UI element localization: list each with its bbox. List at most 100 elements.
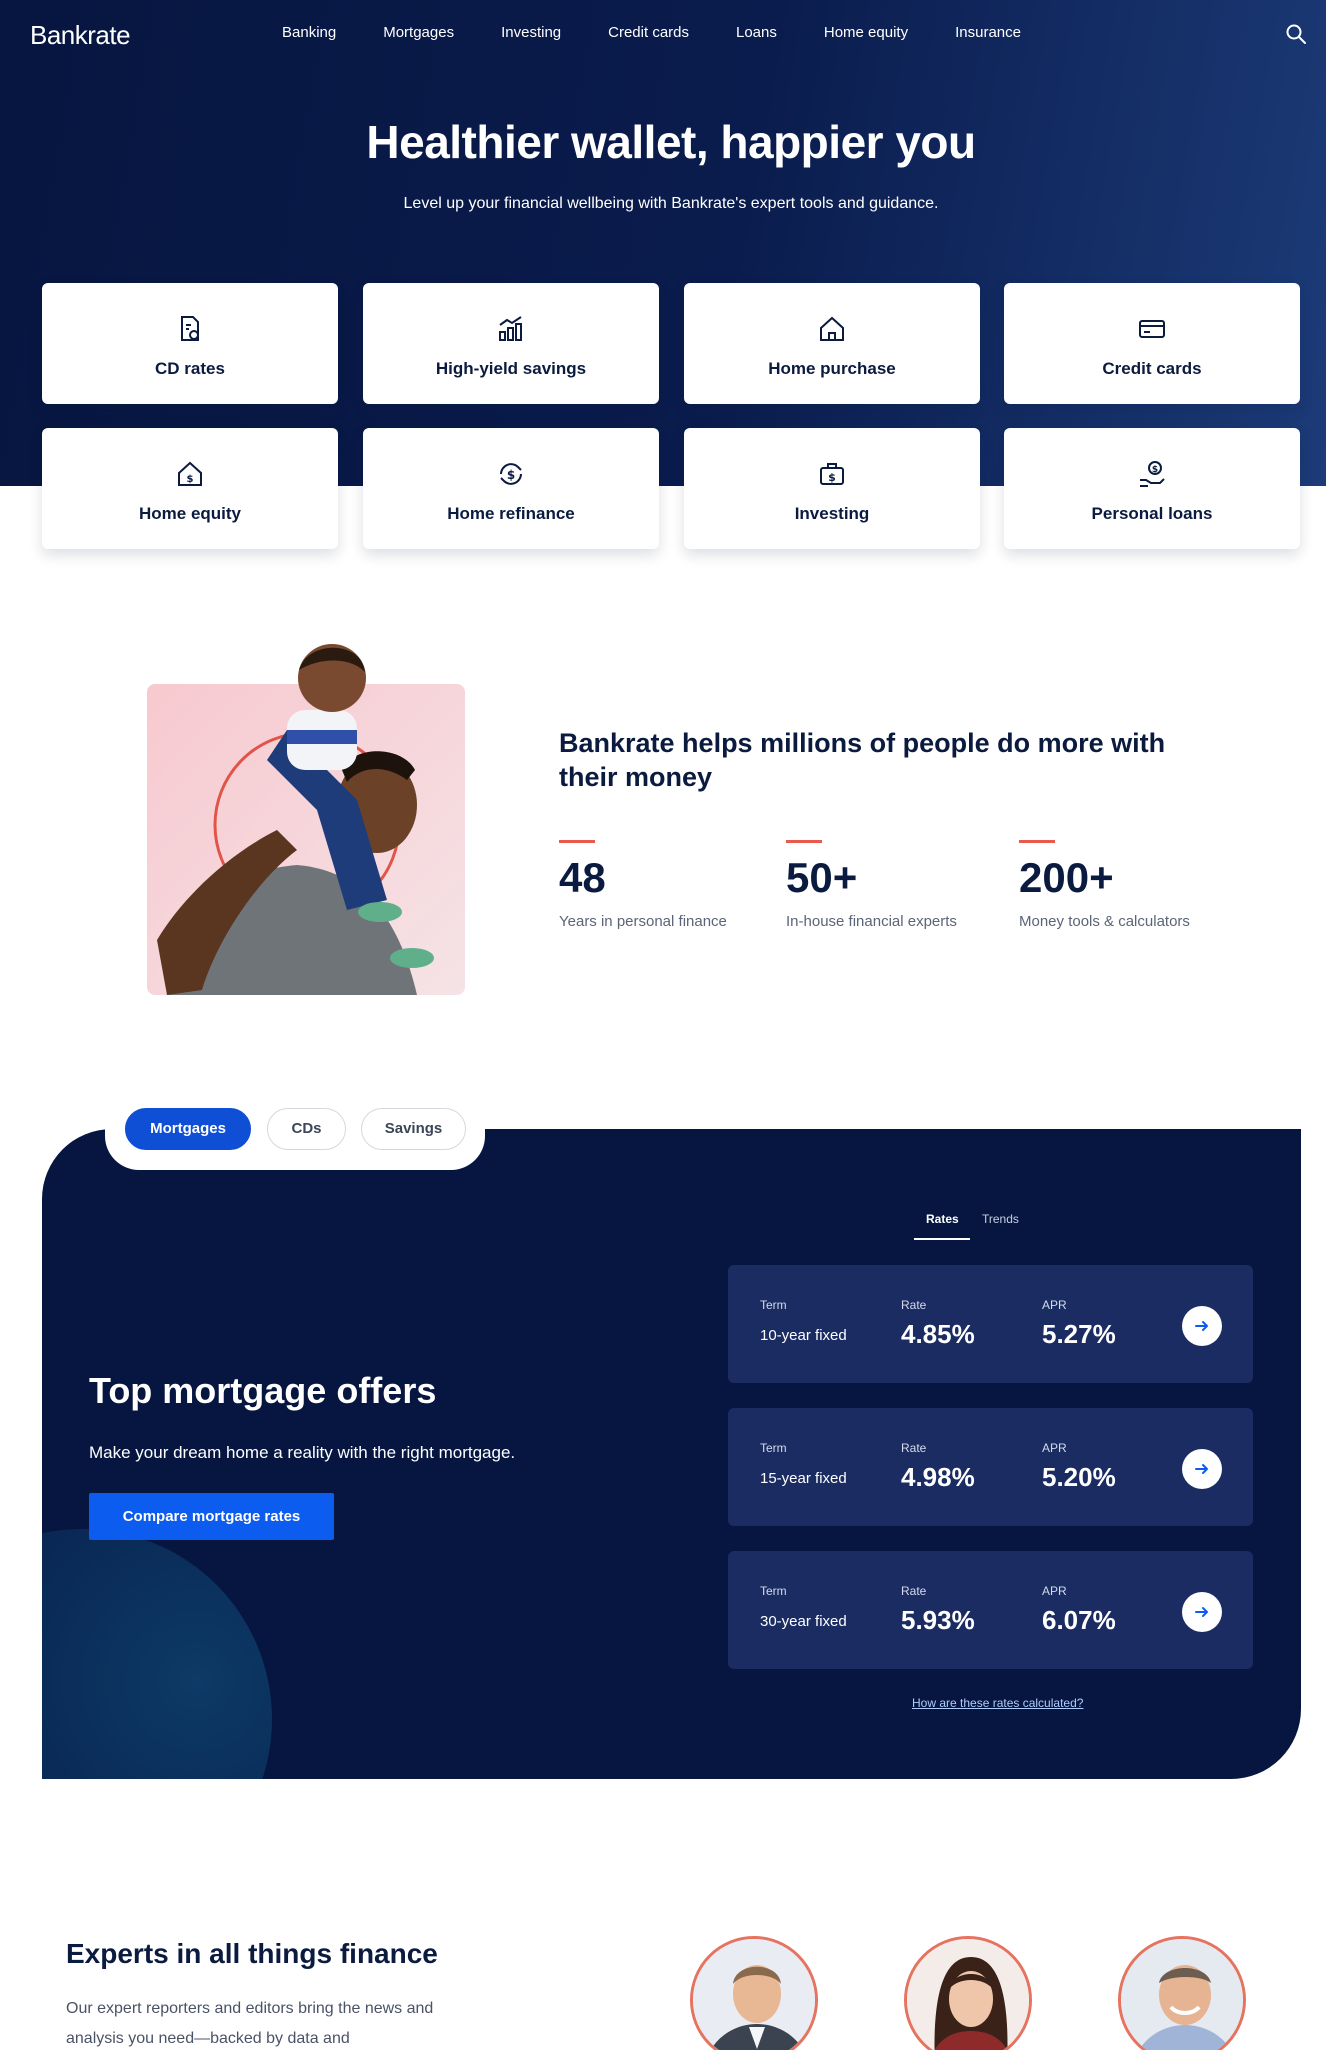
term-label: Term xyxy=(760,1298,787,1312)
tab-rates[interactable]: Rates xyxy=(926,1212,959,1226)
tile-investing[interactable]: $ Investing xyxy=(684,428,980,549)
svg-text:$: $ xyxy=(187,474,194,485)
growth-chart-icon xyxy=(499,316,522,341)
nav-link-mortgages[interactable]: Mortgages xyxy=(383,24,454,41)
tile-cd-rates[interactable]: CD rates xyxy=(42,283,338,404)
nav-link-investing[interactable]: Investing xyxy=(501,24,561,41)
expert-avatar-image xyxy=(1121,1939,1243,2050)
apr-label: APR xyxy=(1042,1441,1067,1455)
tile-label: Home refinance xyxy=(447,504,575,523)
apr-label: APR xyxy=(1042,1298,1067,1312)
tile-label: Credit cards xyxy=(1102,359,1202,378)
tile-credit-cards[interactable]: Credit cards xyxy=(1004,283,1300,404)
house-dollar-icon: $ xyxy=(178,461,202,486)
hero-subtitle: Level up your financial wellbeing with B… xyxy=(403,195,939,212)
expert-avatar-image xyxy=(907,1939,1029,2050)
stat-label: Money tools & calculators xyxy=(1019,913,1190,930)
nav-link-insurance[interactable]: Insurance xyxy=(955,24,1021,41)
svg-text:$: $ xyxy=(507,468,515,482)
tile-label: Home purchase xyxy=(768,359,896,378)
arrow-right-button[interactable] xyxy=(1182,1592,1222,1632)
stat-accent-bar xyxy=(1019,840,1055,843)
expert-avatar[interactable] xyxy=(1118,1936,1246,2050)
pill-savings[interactable]: Savings xyxy=(361,1108,466,1150)
top-nav: Bankrate Banking Mortgages Investing Cre… xyxy=(0,0,1326,70)
rate-value: 4.85% xyxy=(901,1319,975,1349)
rate-value: 4.98% xyxy=(901,1462,975,1492)
tile-home-equity[interactable]: $ Home equity xyxy=(42,428,338,549)
apr-label: APR xyxy=(1042,1584,1067,1598)
rate-row[interactable]: Term Rate APR 30-year fixed 5.93% 6.07% xyxy=(728,1551,1253,1669)
arrow-right-icon xyxy=(1195,1464,1208,1474)
arrow-right-button[interactable] xyxy=(1182,1306,1222,1346)
apr-value: 5.27% xyxy=(1042,1319,1116,1349)
house-icon xyxy=(820,316,844,341)
tile-label: Investing xyxy=(794,504,870,523)
stat-years: 48 Years in personal finance xyxy=(559,840,727,930)
stat-accent-bar xyxy=(786,840,822,843)
apr-value: 6.07% xyxy=(1042,1605,1116,1635)
rate-row[interactable]: Term Rate APR 10-year fixed 4.85% 5.27% xyxy=(728,1265,1253,1383)
rate-label: Rate xyxy=(901,1298,927,1312)
expert-avatar[interactable] xyxy=(904,1936,1032,2050)
apr-value: 5.20% xyxy=(1042,1462,1116,1492)
term-value: 15-year fixed xyxy=(760,1470,847,1487)
offers-subtitle: Make your dream home a reality with the … xyxy=(89,1443,516,1462)
nav-link-banking[interactable]: Banking xyxy=(282,24,336,41)
term-label: Term xyxy=(760,1584,787,1598)
stat-value: 50+ xyxy=(786,854,858,901)
rates-calculation-link[interactable]: How are these rates calculated? xyxy=(912,1696,1083,1710)
briefcase-dollar-icon: $ xyxy=(820,463,844,485)
tile-label: CD rates xyxy=(155,359,225,378)
stat-experts: 50+ In-house financial experts xyxy=(786,840,957,930)
search-icon[interactable] xyxy=(1284,22,1308,46)
stat-label: Years in personal finance xyxy=(559,913,727,930)
rate-label: Rate xyxy=(901,1441,927,1455)
rate-row[interactable]: Term Rate APR 15-year fixed 4.98% 5.20% xyxy=(728,1408,1253,1526)
stat-tools: 200+ Money tools & calculators xyxy=(1019,840,1190,930)
tile-personal-loans[interactable]: $ Personal loans xyxy=(1004,428,1300,549)
tile-home-refinance[interactable]: $ Home refinance xyxy=(363,428,659,549)
svg-text:$: $ xyxy=(828,471,836,484)
arrow-right-button[interactable] xyxy=(1182,1449,1222,1489)
svg-text:$: $ xyxy=(1152,465,1158,475)
tile-label: Personal loans xyxy=(1091,504,1213,523)
term-value: 30-year fixed xyxy=(760,1613,847,1630)
stat-accent-bar xyxy=(559,840,595,843)
bankrate-logo[interactable]: Bankrate xyxy=(30,20,131,51)
term-value: 10-year fixed xyxy=(760,1327,847,1344)
pill-mortgages[interactable]: Mortgages xyxy=(125,1108,251,1150)
decorative-circle xyxy=(42,1529,272,1779)
hand-dollar-icon: $ xyxy=(1140,461,1165,487)
nav-links: Banking Mortgages Investing Credit cards… xyxy=(282,24,1068,41)
experts-text: Our expert reporters and editors bring t… xyxy=(66,2000,434,2047)
expert-avatar-image xyxy=(693,1939,815,2050)
nav-link-home-equity[interactable]: Home equity xyxy=(824,24,908,41)
experts-title: Experts in all things finance xyxy=(66,1938,438,1969)
pill-cds[interactable]: CDs xyxy=(267,1108,346,1150)
tab-trends[interactable]: Trends xyxy=(982,1212,1019,1226)
refresh-dollar-icon: $ xyxy=(500,463,522,485)
term-label: Term xyxy=(760,1441,787,1455)
cd-document-icon xyxy=(181,316,199,341)
credit-card-icon xyxy=(1139,320,1165,338)
rate-value: 5.93% xyxy=(901,1605,975,1635)
nav-link-loans[interactable]: Loans xyxy=(736,24,777,41)
tile-label: Home equity xyxy=(138,504,242,523)
stat-label: In-house financial experts xyxy=(786,913,957,930)
rate-label: Rate xyxy=(901,1584,927,1598)
expert-avatar[interactable] xyxy=(690,1936,818,2050)
tile-home-purchase[interactable]: Home purchase xyxy=(684,283,980,404)
hero-title: Healthier wallet, happier you xyxy=(366,116,976,168)
stat-value: 200+ xyxy=(1019,854,1114,901)
tile-label: High-yield savings xyxy=(435,359,587,378)
offers-title: Top mortgage offers xyxy=(89,1370,437,1411)
compare-mortgage-rates-button[interactable]: Compare mortgage rates xyxy=(89,1493,334,1540)
stat-value: 48 xyxy=(559,854,606,901)
tile-high-yield-savings[interactable]: High-yield savings xyxy=(363,283,659,404)
hero-section: Bankrate Banking Mortgages Investing Cre… xyxy=(0,0,1326,486)
family-photo xyxy=(147,644,465,995)
nav-link-credit-cards[interactable]: Credit cards xyxy=(608,24,689,41)
stats-heading: Bankrate helps millions of people do mor… xyxy=(559,728,1166,792)
arrow-right-icon xyxy=(1195,1321,1208,1331)
